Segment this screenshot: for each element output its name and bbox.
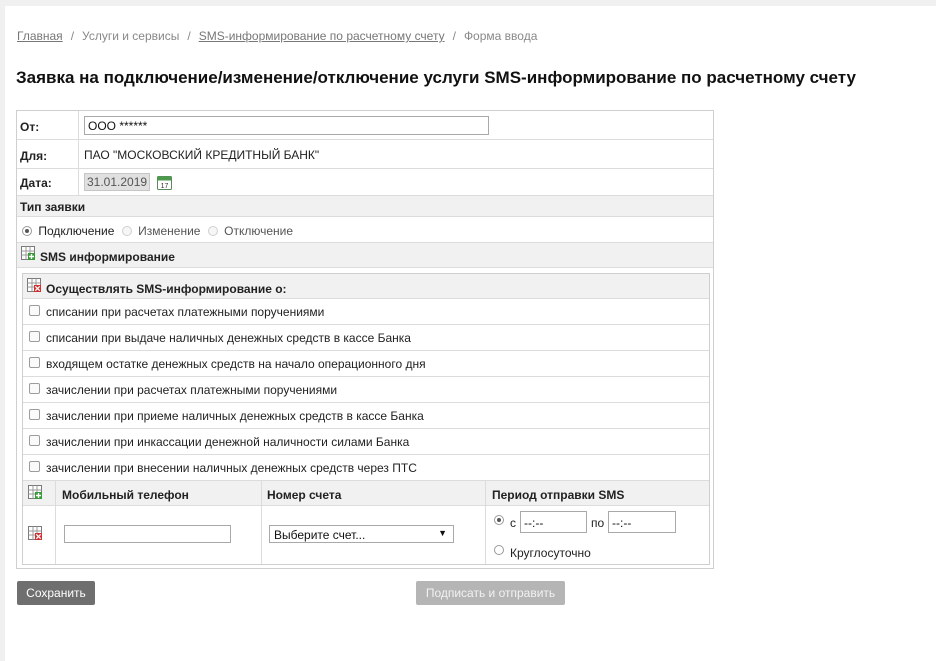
notify-checkbox-1[interactable] <box>29 305 40 316</box>
to-row: Для: ПАО "МОСКОВСКИЙ КРЕДИТНЫЙ БАНК" <box>17 140 713 169</box>
notify-checkbox-2[interactable] <box>29 331 40 342</box>
account-select[interactable]: Выберите счет... ▼ <box>269 525 454 543</box>
radio-connect[interactable] <box>22 226 32 236</box>
notify-option-label: зачислении при приеме наличных денежных … <box>46 409 424 423</box>
phone-input[interactable] <box>64 525 231 543</box>
notify-option-label: зачислении при инкассации денежной налич… <box>46 435 410 449</box>
date-input: 31.01.2019 <box>84 173 150 191</box>
from-input[interactable]: ООО ****** <box>84 116 489 135</box>
left-strip <box>0 0 5 661</box>
radio-disable[interactable] <box>207 226 218 236</box>
to-label: Для: <box>17 140 79 168</box>
dropdown-arrow-icon: ▼ <box>438 528 447 538</box>
period-from-label: с <box>510 516 516 530</box>
page-title: Заявка на подключение/изменение/отключен… <box>16 68 856 87</box>
remove-row-icon[interactable] <box>28 526 42 540</box>
recipients-header: Мобильный телефон Номер счета Период отп… <box>23 481 709 506</box>
notify-option-5: зачислении при приеме наличных денежных … <box>23 403 709 429</box>
period-from-input[interactable]: --:-- <box>520 511 587 533</box>
notify-option-2: списании при выдаче наличных денежных ср… <box>23 325 709 351</box>
grid-remove-icon[interactable] <box>27 278 41 292</box>
sms-heading: SMS информирование <box>40 250 175 264</box>
notify-option-label: зачислении при внесении наличных денежны… <box>46 461 417 475</box>
request-type-row: Подключение Изменение Отключение <box>17 217 713 243</box>
notify-checkbox-7[interactable] <box>29 461 40 472</box>
notify-checkbox-5[interactable] <box>29 409 40 420</box>
notify-option-label: списании при выдаче наличных денежных ср… <box>46 331 411 345</box>
sign-and-send-button[interactable]: Подписать и отправить <box>416 581 565 605</box>
radio-change-label: Изменение <box>138 224 201 238</box>
column-period: Период отправки SMS <box>492 488 625 502</box>
notify-option-6: зачислении при инкассации денежной налич… <box>23 429 709 455</box>
notify-option-3: входящем остатке денежных средств на нач… <box>23 351 709 377</box>
request-type-header: Тип заявки <box>17 196 713 217</box>
radio-disable-label: Отключение <box>224 224 294 238</box>
period-to-label: по <box>591 516 605 530</box>
svg-text:17: 17 <box>161 183 169 190</box>
radio-around-clock[interactable] <box>494 545 504 555</box>
account-select-value: Выберите счет... <box>274 528 366 542</box>
breadcrumb-services[interactable]: Услуги и сервисы <box>82 29 179 43</box>
breadcrumb-sms[interactable]: SMS-информирование по расчетному счету <box>199 29 445 43</box>
sms-settings-block: Осуществлять SMS-информирование о: списа… <box>22 273 710 565</box>
radio-connect-label: Подключение <box>38 224 115 238</box>
notify-option-label: входящем остатке денежных средств на нач… <box>46 357 426 371</box>
notify-option-label: списании при расчетах платежными поручен… <box>46 305 325 319</box>
notify-option-4: зачислении при расчетах платежными поруч… <box>23 377 709 403</box>
recipient-row: Выберите счет... ▼ с --:-- по --:-- Круг… <box>23 506 709 564</box>
to-value: ПАО "МОСКОВСКИЙ КРЕДИТНЫЙ БАНК" <box>84 148 320 162</box>
grid-add-icon[interactable] <box>21 246 35 260</box>
request-type-heading: Тип заявки <box>20 200 86 214</box>
column-phone: Мобильный телефон <box>62 488 189 502</box>
notify-header: Осуществлять SMS-информирование о: <box>23 274 709 299</box>
notify-option-1: списании при расчетах платежными поручен… <box>23 299 709 325</box>
notify-checkbox-4[interactable] <box>29 383 40 394</box>
date-row: Дата: 31.01.2019 17 <box>17 169 713 196</box>
request-form: От: ООО ****** Для: ПАО "МОСКОВСКИЙ КРЕД… <box>16 110 714 569</box>
around-clock-label: Круглосуточно <box>510 546 591 560</box>
add-row-icon[interactable] <box>28 485 42 499</box>
breadcrumb: Главная / Услуги и сервисы / SMS-информирова… <box>17 29 538 43</box>
radio-change[interactable] <box>121 226 132 236</box>
from-row: От: ООО ****** <box>17 111 713 140</box>
notify-checkbox-3[interactable] <box>29 357 40 368</box>
breadcrumb-current: Форма ввода <box>463 29 538 43</box>
radio-period-range[interactable] <box>494 515 504 525</box>
from-label: От: <box>17 111 79 139</box>
notify-option-label: зачислении при расчетах платежными поруч… <box>46 383 338 397</box>
calendar-icon[interactable]: 17 <box>157 175 172 190</box>
top-strip <box>0 0 936 6</box>
period-to-input[interactable]: --:-- <box>608 511 676 533</box>
notify-heading: Осуществлять SMS-информирование о: <box>46 282 287 296</box>
notify-option-7: зачислении при внесении наличных денежны… <box>23 455 709 481</box>
save-button[interactable]: Сохранить <box>17 581 95 605</box>
breadcrumb-home[interactable]: Главная <box>17 29 63 43</box>
column-account: Номер счета <box>267 488 342 502</box>
date-label: Дата: <box>17 169 79 195</box>
notify-checkbox-6[interactable] <box>29 435 40 446</box>
sms-header: SMS информирование <box>17 243 713 268</box>
